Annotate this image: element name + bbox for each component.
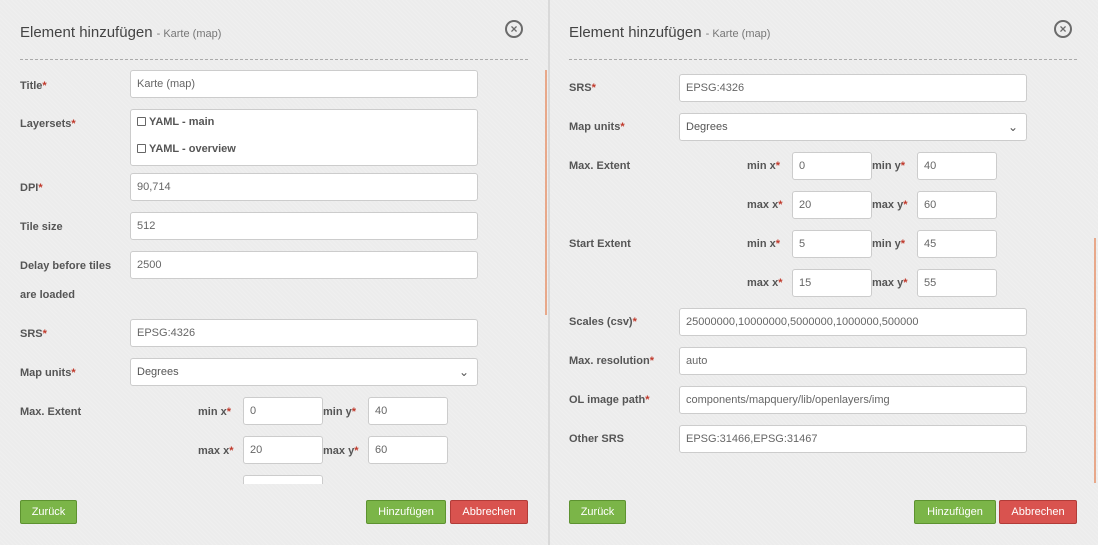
min-y-label: min y* <box>323 406 357 418</box>
max-extent-max-x-input[interactable]: 20 <box>792 191 872 219</box>
scales-label: Scales (csv)* <box>569 316 637 328</box>
dialog-subtitle: - Karte (map) <box>705 28 771 40</box>
add-element-dialog-left: Element hinzufügen - Karte (map) × Title*… <box>0 0 548 545</box>
close-icon[interactable]: × <box>1054 20 1072 38</box>
map-units-value: Degrees <box>686 121 728 133</box>
max-extent-min-x-input[interactable]: 0 <box>792 152 872 180</box>
delay-input[interactable]: 2500 <box>130 251 478 279</box>
min-y-label: min y* <box>872 238 906 250</box>
dialog-title-text: Element hinzufügen <box>569 24 702 41</box>
scrollbar[interactable] <box>545 70 547 315</box>
layersets-list: YAML - main YAML - overview <box>130 109 478 166</box>
map-units-value: Degrees <box>137 366 179 378</box>
min-x-label: min x* <box>747 238 781 250</box>
form-scroll-area[interactable]: SRS* EPSG:4326 Map units* Degrees ⌄ Max.… <box>550 60 1098 484</box>
title-input[interactable]: Karte (map) <box>130 70 478 98</box>
scrollbar[interactable] <box>1094 238 1096 483</box>
srs-label: SRS* <box>20 328 47 340</box>
partial-input[interactable] <box>243 475 323 484</box>
checkbox-icon[interactable] <box>137 117 146 126</box>
start-extent-max-x-input[interactable]: 15 <box>792 269 872 297</box>
max-extent-max-x-input[interactable]: 20 <box>243 436 323 464</box>
max-extent-max-y-input[interactable]: 60 <box>917 191 997 219</box>
back-button[interactable]: Zurück <box>569 500 626 524</box>
min-x-label: min x* <box>198 406 232 418</box>
back-button[interactable]: Zurück <box>20 500 77 524</box>
max-y-label: max y* <box>872 277 908 289</box>
max-extent-min-y-input[interactable]: 40 <box>917 152 997 180</box>
chevron-down-icon: ⌄ <box>458 365 469 379</box>
dialog-title: Element hinzufügen - Karte (map) <box>569 24 770 41</box>
start-extent-min-x-input[interactable]: 5 <box>792 230 872 258</box>
dialog-title: Element hinzufügen - Karte (map) <box>20 24 221 41</box>
tile-size-label: Tile size <box>20 221 63 233</box>
max-y-label: max y* <box>323 445 359 457</box>
delay-label: Delay before tiles <box>20 260 112 272</box>
srs-input[interactable]: EPSG:4326 <box>130 319 478 347</box>
max-extent-label: Max. Extent <box>569 160 631 172</box>
max-extent-min-x-input[interactable]: 0 <box>243 397 323 425</box>
ol-image-path-label: OL image path* <box>569 394 650 406</box>
start-extent-min-y-input[interactable]: 45 <box>917 230 997 258</box>
add-button[interactable]: Hinzufügen <box>914 500 996 524</box>
scales-input[interactable]: 25000000,10000000,5000000,1000000,500000 <box>679 308 1027 336</box>
dialog-subtitle: - Karte (map) <box>156 28 222 40</box>
start-extent-max-y-input[interactable]: 55 <box>917 269 997 297</box>
max-extent-label: Max. Extent <box>20 406 82 418</box>
form-scroll-area[interactable]: Title* Karte (map) Layersets* YAML - mai… <box>0 60 548 484</box>
max-x-label: max x* <box>198 445 234 457</box>
ol-image-path-input[interactable]: components/mapquery/lib/openlayers/img <box>679 386 1027 414</box>
layersets-label: Layersets* <box>20 118 76 130</box>
max-y-label: max y* <box>872 199 908 211</box>
cancel-button[interactable]: Abbrechen <box>450 500 528 524</box>
max-resolution-input[interactable]: auto <box>679 347 1027 375</box>
cancel-button[interactable]: Abbrechen <box>999 500 1077 524</box>
add-element-dialog-right: Element hinzufügen - Karte (map) × SRS* E… <box>550 0 1098 545</box>
close-icon[interactable]: × <box>505 20 523 38</box>
other-srs-label: Other SRS <box>569 433 625 445</box>
max-x-label: max x* <box>747 199 783 211</box>
map-units-label: Map units* <box>569 121 625 133</box>
max-resolution-label: Max. resolution* <box>569 355 654 367</box>
checkbox-icon[interactable] <box>137 144 146 153</box>
map-units-select[interactable]: Degrees ⌄ <box>679 113 1027 141</box>
add-button[interactable]: Hinzufügen <box>366 500 446 524</box>
dpi-label: DPI* <box>20 182 43 194</box>
layerset-option-overview[interactable]: YAML - overview <box>137 143 236 155</box>
tile-size-input[interactable]: 512 <box>130 212 478 240</box>
min-x-label: min x* <box>747 160 781 172</box>
dpi-input[interactable]: 90,714 <box>130 173 478 201</box>
delay-label-line2: are loaded <box>20 289 76 301</box>
other-srs-input[interactable]: EPSG:31466,EPSG:31467 <box>679 425 1027 453</box>
layerset-option-main[interactable]: YAML - main <box>137 116 214 128</box>
max-extent-max-y-input[interactable]: 60 <box>368 436 448 464</box>
srs-input[interactable]: EPSG:4326 <box>679 74 1027 102</box>
dialog-title-text: Element hinzufügen <box>20 24 153 41</box>
title-label: Title* <box>20 80 47 92</box>
map-units-label: Map units* <box>20 367 76 379</box>
min-y-label: min y* <box>872 160 906 172</box>
chevron-down-icon: ⌄ <box>1007 120 1018 134</box>
start-extent-label: Start Extent <box>569 238 631 250</box>
max-extent-min-y-input[interactable]: 40 <box>368 397 448 425</box>
max-x-label: max x* <box>747 277 783 289</box>
srs-label: SRS* <box>569 82 596 94</box>
map-units-select[interactable]: Degrees ⌄ <box>130 358 478 386</box>
